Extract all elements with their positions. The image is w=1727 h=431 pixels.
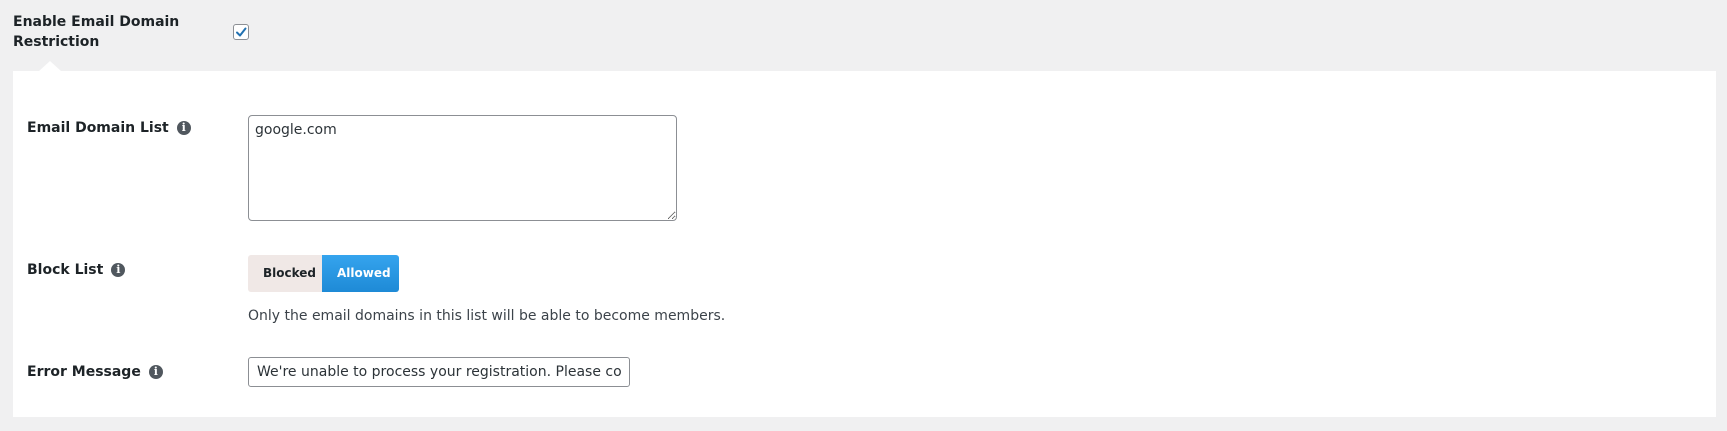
panel-pointer [39, 61, 61, 71]
enable-restriction-checkbox[interactable] [233, 24, 249, 40]
enable-restriction-row: Enable Email Domain Restriction [13, 12, 1713, 62]
block-list-toggle: Blocked Allowed [248, 255, 399, 292]
error-message-label: Error Message [27, 364, 141, 380]
email-domain-list-label: Email Domain List [27, 120, 169, 136]
block-list-help-text: Only the email domains in this list will… [248, 308, 726, 324]
info-icon[interactable]: i [176, 121, 191, 135]
info-icon[interactable]: i [148, 365, 163, 379]
block-list-label-row: Block List i [27, 260, 126, 280]
allowed-option-button[interactable]: Allowed [322, 255, 399, 292]
blocked-option-button[interactable]: Blocked [248, 255, 322, 292]
error-message-input[interactable] [248, 357, 630, 387]
error-message-label-row: Error Message i [27, 362, 163, 382]
checkmark-icon [236, 27, 247, 37]
block-list-label: Block List [27, 262, 104, 278]
info-icon[interactable]: i [111, 263, 126, 277]
email-domain-list-label-row: Email Domain List i [27, 118, 191, 138]
enable-restriction-label: Enable Email Domain Restriction [13, 14, 180, 50]
email-domain-list-textarea[interactable]: google.com [248, 115, 677, 221]
